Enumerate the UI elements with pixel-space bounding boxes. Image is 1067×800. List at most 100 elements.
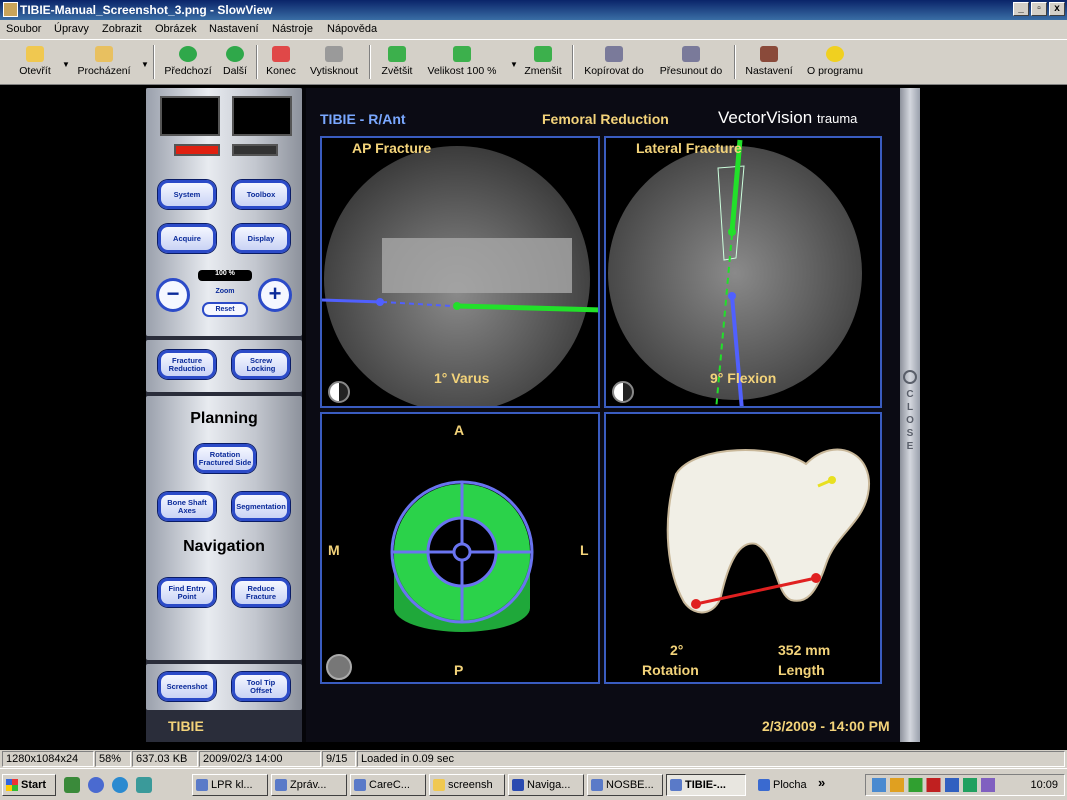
find-entry-point-button[interactable]: Find Entry Point <box>158 578 216 607</box>
length-label: Length <box>778 662 825 678</box>
browser-icon[interactable] <box>112 777 128 793</box>
app-icon[interactable] <box>3 2 18 17</box>
camera-view-right <box>232 96 292 136</box>
menu-soubor[interactable]: Soubor <box>6 23 41 35</box>
ap-overlay <box>322 298 598 313</box>
task-nosbe[interactable]: NOSBE... <box>587 774 663 796</box>
zoom-out-button[interactable]: Zmenšit <box>522 44 564 82</box>
zoom-reset-button[interactable]: Reset <box>202 302 248 317</box>
segmentation-button[interactable]: Segmentation <box>232 492 290 521</box>
right-close-bar[interactable]: CLOSE <box>900 88 920 742</box>
rotation-value: 2° <box>670 642 684 658</box>
navigation-heading: Navigation <box>183 538 265 555</box>
ap-fracture-view[interactable]: AP Fracture 1° Varus <box>320 136 600 408</box>
browse-dropdown-icon[interactable]: ▼ <box>141 60 149 69</box>
menu-upravy[interactable]: Úpravy <box>54 23 89 35</box>
quicklaunch-icon[interactable] <box>64 777 80 793</box>
minimize-button[interactable]: _ <box>1013 2 1029 16</box>
zoom-out-circle-button[interactable]: − <box>156 278 190 312</box>
acquire-button[interactable]: Acquire <box>158 224 216 253</box>
lateral-blue-point <box>728 292 736 300</box>
copy-icon <box>605 46 623 62</box>
open-button[interactable]: Otevřít <box>12 44 58 82</box>
red-axis-point-right <box>811 573 821 583</box>
contrast-icon[interactable] <box>612 381 634 403</box>
size-dropdown-icon[interactable]: ▼ <box>510 60 518 69</box>
screw-locking-button[interactable]: Screw Locking <box>232 350 290 379</box>
image-viewer[interactable]: System Toolbox Acquire Display 100 % − +… <box>0 86 1067 748</box>
close-x-icon <box>272 46 290 62</box>
lateral-fracture-view[interactable]: Lateral Fracture 9° Flexion <box>604 136 882 408</box>
navigation-pad-icon[interactable] <box>326 654 352 680</box>
word-icon <box>512 779 524 791</box>
task-tibie[interactable]: TIBIE-... <box>666 774 746 796</box>
chevron-right-icon[interactable]: » <box>818 775 825 790</box>
length-value: 352 mm <box>778 642 831 658</box>
taskbar: Start LPR kl... Zpráv... CareC... screen… <box>0 768 1067 800</box>
menu-nastaveni[interactable]: Nastavení <box>209 23 259 35</box>
browse-icon <box>95 46 113 62</box>
task-lpr[interactable]: LPR kl... <box>192 774 268 796</box>
utility-block: Screenshot Tool Tip Offset <box>146 664 302 710</box>
maximize-button[interactable]: ▫ <box>1031 2 1047 16</box>
previous-button[interactable]: Předchozí <box>162 44 214 82</box>
rotation-target-view[interactable]: A P M L <box>320 412 600 684</box>
displayed-screenshot: System Toolbox Acquire Display 100 % − +… <box>146 88 920 742</box>
open-dropdown-icon[interactable]: ▼ <box>62 60 70 69</box>
toolbar-separator <box>153 45 155 79</box>
task-navigation[interactable]: Naviga... <box>508 774 584 796</box>
quicklaunch-icon[interactable] <box>136 777 152 793</box>
ap-fracture-label: AP Fracture <box>352 140 432 156</box>
menu-zobrazit[interactable]: Zobrazit <box>102 23 142 35</box>
start-button[interactable]: Start <box>2 774 56 796</box>
footer-datetime: 2/3/2009 - 14:00 PM <box>762 718 890 734</box>
ap-axis-blue <box>322 298 383 304</box>
info-icon <box>826 46 844 62</box>
app-icon <box>591 779 603 791</box>
zoom-in-circle-button[interactable]: + <box>258 278 292 312</box>
contrast-icon[interactable] <box>328 381 350 403</box>
3d-bone-view[interactable]: 2° Rotation 352 mm Length <box>604 412 882 684</box>
tray-icons[interactable] <box>872 778 1012 792</box>
move-to-button[interactable]: Přesunout do <box>655 44 727 82</box>
task-zpravy[interactable]: Zpráv... <box>271 774 347 796</box>
toolbox-button[interactable]: Toolbox <box>232 180 290 209</box>
next-button[interactable]: Další <box>221 44 249 82</box>
browse-button[interactable]: Procházení <box>74 44 134 82</box>
desktop-icon <box>758 779 770 791</box>
screenshot-button[interactable]: Screenshot <box>158 672 216 701</box>
settings-icon <box>760 46 778 62</box>
tool-tip-offset-button[interactable]: Tool Tip Offset <box>232 672 290 701</box>
system-tray: 10:09 <box>865 774 1065 796</box>
settings-button[interactable]: Nastavení <box>742 44 796 82</box>
forward-arrow-icon <box>226 46 244 62</box>
system-button[interactable]: System <box>158 180 216 209</box>
fracture-reduction-button[interactable]: Fracture Reduction <box>158 350 216 379</box>
task-carec[interactable]: CareC... <box>350 774 426 796</box>
zoom-in-button[interactable]: Zvětšit <box>378 44 416 82</box>
rotation-fractured-side-button[interactable]: Rotation Fractured Side <box>194 444 256 473</box>
zoom-label: Zoom <box>215 288 235 295</box>
menu-obrazek[interactable]: Obrázek <box>155 23 197 35</box>
copy-to-button[interactable]: Kopírovat do <box>580 44 648 82</box>
menu-napoveda[interactable]: Nápověda <box>327 23 377 35</box>
reduce-fracture-button[interactable]: Reduce Fracture <box>232 578 290 607</box>
ap-axis-green <box>456 303 598 313</box>
ap-green-point <box>453 302 461 310</box>
toolbar-separator <box>734 45 736 79</box>
menu-nastroje[interactable]: Nástroje <box>272 23 313 35</box>
windows-flag-icon <box>6 779 18 791</box>
about-button[interactable]: O programu <box>803 44 867 82</box>
ap-axis-dashed <box>381 301 453 307</box>
quicklaunch-icon[interactable] <box>88 777 104 793</box>
actual-size-icon <box>453 46 471 62</box>
lateral-fracture-label: Lateral Fracture <box>636 140 742 156</box>
exit-button[interactable]: Konec <box>264 44 298 82</box>
display-button[interactable]: Display <box>232 224 290 253</box>
close-button[interactable]: x <box>1049 2 1065 16</box>
actual-size-button[interactable]: Velikost 100 % <box>424 44 500 82</box>
task-plocha[interactable]: Plocha <box>754 774 812 796</box>
bone-shaft-axes-button[interactable]: Bone Shaft Axes <box>158 492 216 521</box>
print-button[interactable]: Vytisknout <box>306 44 362 82</box>
task-screenshots[interactable]: screensh <box>429 774 505 796</box>
